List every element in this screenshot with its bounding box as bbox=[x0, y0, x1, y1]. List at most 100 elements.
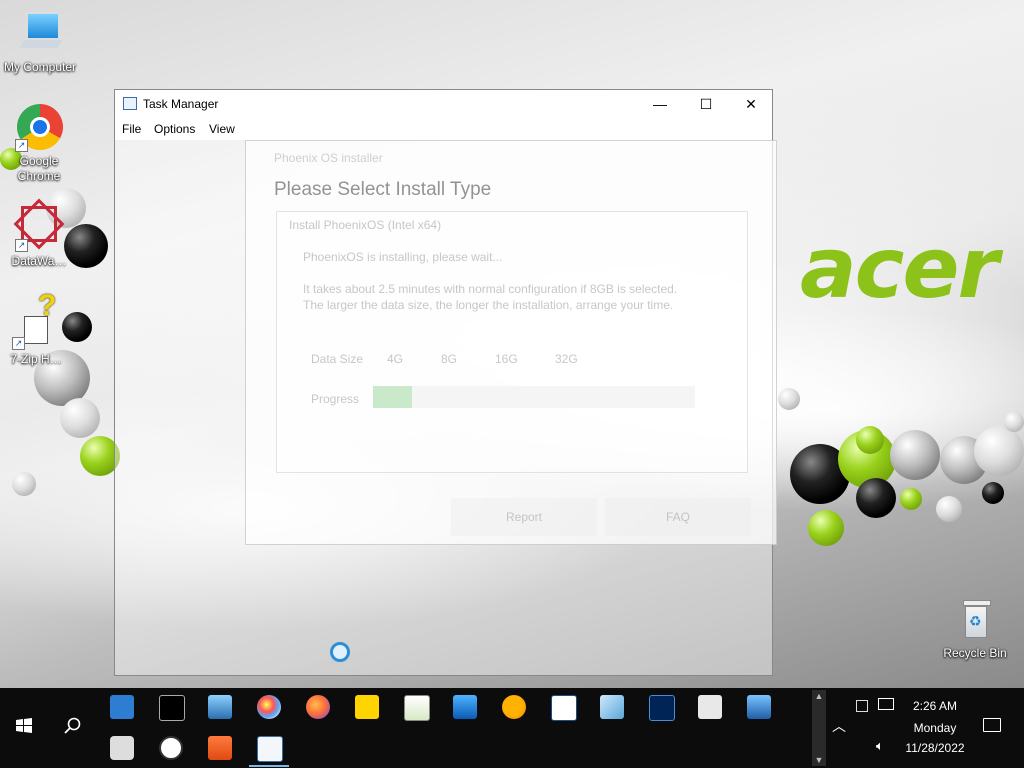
datawarrior-icon: ↗ bbox=[13, 198, 65, 252]
camera-icon bbox=[110, 736, 134, 760]
desktop-icon-my-computer[interactable]: My Computer bbox=[0, 10, 80, 75]
desktop-icon-label: DataWa… bbox=[11, 254, 67, 268]
taskbar-scrollbar[interactable]: ▲ ▼ bbox=[812, 690, 826, 766]
taskbar-app-camera[interactable] bbox=[98, 729, 146, 767]
wallpaper-ball bbox=[856, 426, 884, 454]
taskbar-app-weather[interactable] bbox=[490, 688, 538, 726]
loading-spinner-icon bbox=[330, 642, 350, 662]
taskbar-app-character-map[interactable] bbox=[686, 688, 734, 726]
paint-icon bbox=[257, 695, 281, 719]
menu-options[interactable]: Options bbox=[154, 122, 195, 136]
faq-button: FAQ bbox=[605, 498, 751, 536]
taskbar-app-command-prompt[interactable] bbox=[147, 688, 195, 726]
maximize-button[interactable]: ☐ bbox=[683, 90, 729, 118]
wallpaper-ball bbox=[778, 388, 800, 410]
solitaire-icon bbox=[551, 695, 577, 721]
notepad-plus-icon bbox=[404, 695, 430, 721]
data-size-option: 16G bbox=[495, 352, 518, 366]
wallpaper-ball bbox=[974, 426, 1024, 476]
chrome-icon: ↗ bbox=[15, 104, 63, 152]
task-manager-icon bbox=[257, 736, 283, 762]
show-hidden-icons-chevron-icon[interactable]: ︿ bbox=[832, 716, 846, 736]
remote-assist-icon bbox=[747, 695, 771, 719]
desktop-icon-label: My Computer bbox=[3, 60, 77, 74]
wallpaper-ball bbox=[890, 430, 940, 480]
title-bar[interactable]: Task Manager — ☐ ✕ bbox=[115, 90, 772, 118]
computer-icon bbox=[16, 10, 64, 58]
taskbar-app-mirror-app[interactable] bbox=[588, 688, 636, 726]
start-button[interactable] bbox=[0, 688, 48, 768]
installer-title: Phoenix OS installer bbox=[274, 151, 383, 165]
wallpaper-ball bbox=[60, 398, 100, 438]
search-icon bbox=[64, 717, 81, 734]
taskbar-app-task-manager[interactable] bbox=[245, 729, 293, 767]
clock-time[interactable]: 2:26 AM bbox=[893, 699, 977, 713]
shortcut-arrow-icon: ↗ bbox=[15, 139, 28, 152]
taskbar-app-firefox[interactable] bbox=[294, 688, 342, 726]
progress-fill bbox=[373, 386, 412, 408]
clock-date[interactable]: 11/28/2022 bbox=[893, 741, 977, 755]
desktop-icon-7zip-help[interactable]: ? ↗ 7-Zip H… bbox=[0, 291, 76, 367]
taskbar: ▲ ▼ ︿ 🔈︎ 2:26 AM Monday 11/28/2022 bbox=[0, 688, 1024, 768]
command-prompt-icon bbox=[159, 695, 185, 721]
wallpaper-ball bbox=[808, 510, 844, 546]
taskbar-app-photos[interactable] bbox=[441, 688, 489, 726]
mirror-app-icon bbox=[600, 695, 624, 719]
installer-subtitle: Install PhoenixOS (Intel x64) bbox=[289, 218, 442, 232]
notifications-icon[interactable] bbox=[983, 718, 1001, 732]
installer-dialog: Phoenix OS installer Please Select Insta… bbox=[245, 140, 777, 545]
wallpaper-ball bbox=[900, 488, 922, 510]
control-panel-icon bbox=[110, 695, 134, 719]
taskbar-app-powershell[interactable] bbox=[637, 688, 685, 726]
desktop-icon-google-chrome[interactable]: ↗ Google Chrome bbox=[0, 104, 79, 184]
data-size-option: 8G bbox=[441, 352, 458, 366]
report-button: Report bbox=[451, 498, 597, 536]
progress-bar bbox=[373, 386, 695, 408]
taskbar-app-notepad-plus[interactable] bbox=[392, 688, 440, 726]
wallpaper-ball bbox=[982, 482, 1004, 504]
clock-day[interactable]: Monday bbox=[893, 721, 977, 735]
task-manager-icon bbox=[123, 97, 137, 110]
wallpaper-ball bbox=[936, 496, 962, 522]
taskbar-app-clock[interactable] bbox=[147, 729, 195, 767]
remote-desktop-icon bbox=[208, 695, 232, 719]
desktop-icon-label: Recycle Bin bbox=[943, 646, 1007, 660]
menu-bar: File Options View bbox=[115, 118, 772, 140]
clock-icon bbox=[159, 736, 183, 760]
progress-label: Progress bbox=[311, 392, 360, 406]
windows-logo-icon bbox=[16, 718, 32, 733]
taskbar-app-solitaire[interactable] bbox=[539, 688, 587, 726]
desktop-icon-datawarrior[interactable]: ↗ DataWa… bbox=[0, 198, 79, 269]
taskbar-app-installer-app[interactable] bbox=[196, 729, 244, 767]
installer-note: The larger the data size, the longer the… bbox=[303, 298, 674, 312]
taskbar-app-remote-desktop[interactable] bbox=[196, 688, 244, 726]
menu-file[interactable]: File bbox=[122, 122, 141, 136]
installer-status: PhoenixOS is installing, please wait... bbox=[303, 250, 503, 264]
volume-icon[interactable]: 🔈︎ bbox=[876, 738, 884, 754]
character-map-icon bbox=[698, 695, 722, 719]
search-button[interactable] bbox=[48, 688, 96, 768]
desktop-icon-label: Google Chrome bbox=[17, 154, 61, 183]
taskbar-app-paint[interactable] bbox=[245, 688, 293, 726]
desktop-icon-recycle-bin[interactable]: ♻ Recycle Bin bbox=[935, 596, 1015, 661]
data-size-label: Data Size bbox=[311, 352, 364, 366]
data-size-option: 32G bbox=[555, 352, 578, 366]
tablet-mode-icon[interactable] bbox=[856, 700, 868, 712]
powershell-icon bbox=[649, 695, 675, 721]
help-document-icon: ? ↗ bbox=[12, 291, 60, 350]
scroll-up-icon[interactable]: ▲ bbox=[812, 691, 826, 701]
shortcut-arrow-icon: ↗ bbox=[15, 239, 28, 252]
scroll-down-icon[interactable]: ▼ bbox=[812, 755, 826, 765]
installer-panel: Install PhoenixOS (Intel x64) PhoenixOS … bbox=[276, 211, 748, 473]
menu-view[interactable]: View bbox=[209, 122, 235, 136]
wallpaper-ball bbox=[1004, 412, 1024, 432]
installer-app-icon bbox=[208, 736, 232, 760]
acer-logo: acer bbox=[800, 219, 999, 317]
minimize-button[interactable]: — bbox=[637, 90, 683, 118]
installer-note: It takes about 2.5 minutes with normal c… bbox=[303, 282, 678, 296]
taskbar-app-control-panel[interactable] bbox=[98, 688, 146, 726]
taskbar-app-remote-assist[interactable] bbox=[735, 688, 783, 726]
taskbar-app-sticky-notes[interactable] bbox=[343, 688, 391, 726]
network-icon[interactable] bbox=[878, 698, 894, 710]
close-button[interactable]: ✕ bbox=[728, 90, 774, 118]
